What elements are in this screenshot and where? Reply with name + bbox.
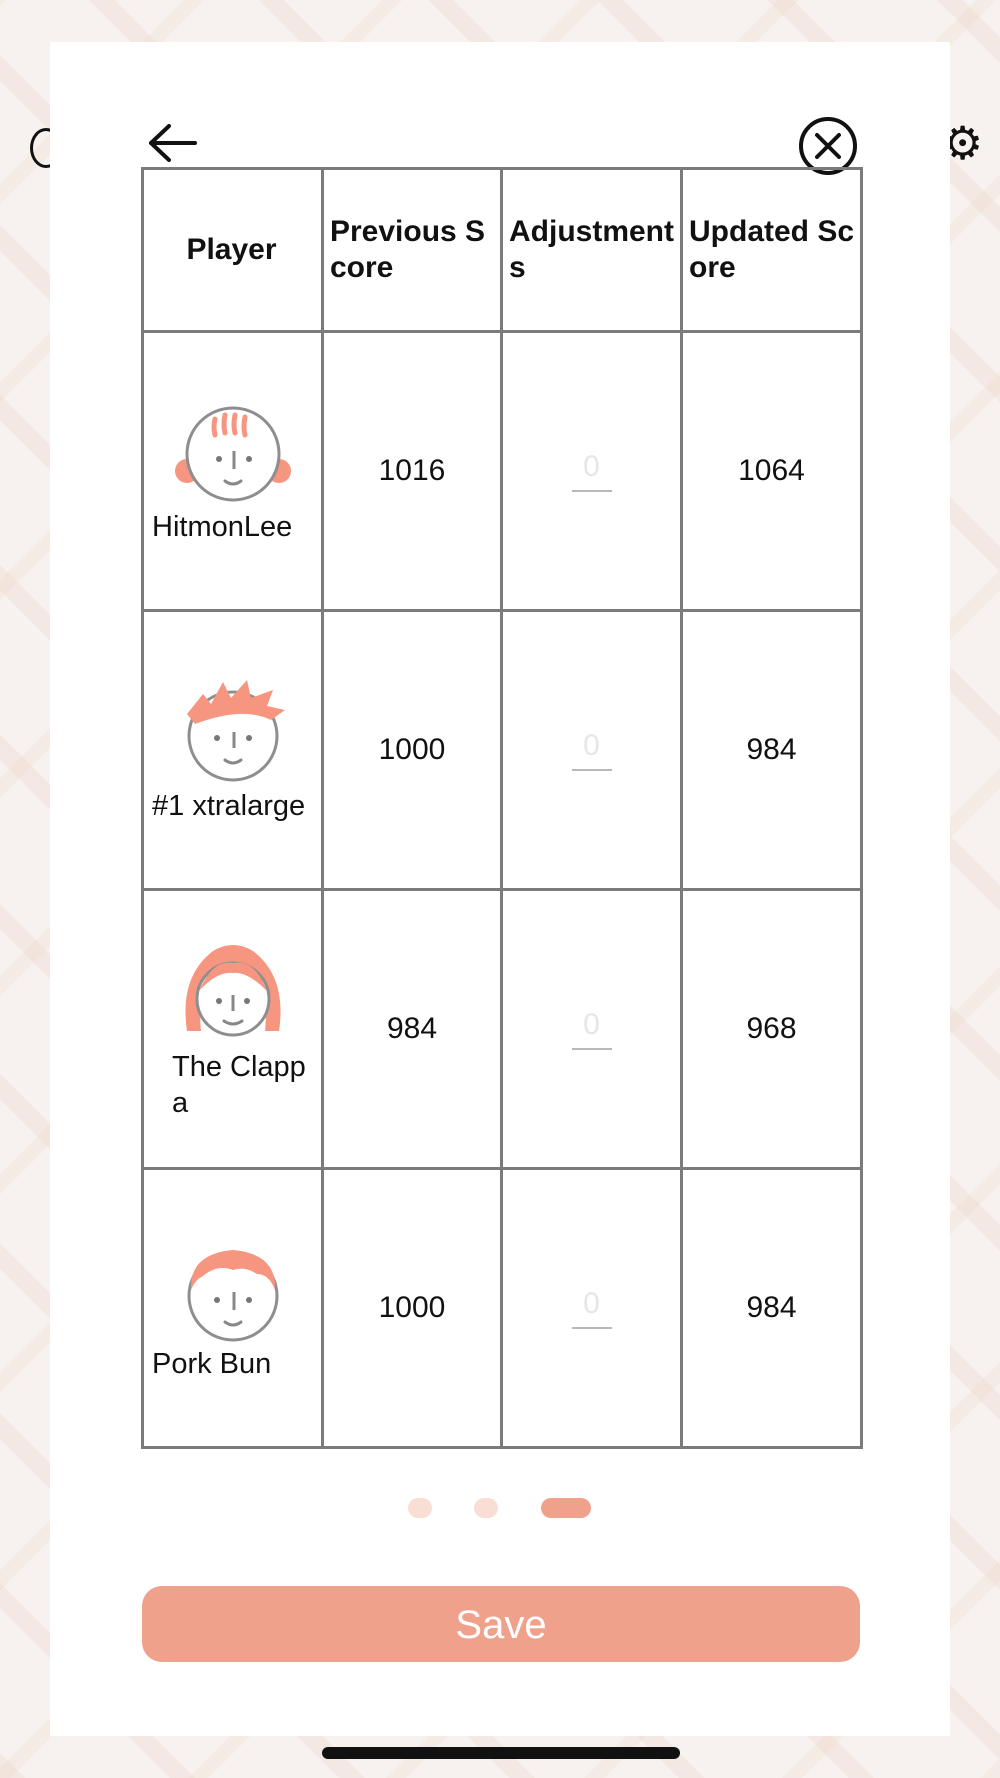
table-row: HitmonLee 1016 1064	[141, 330, 863, 612]
previous-score: 1016	[321, 330, 503, 612]
score-adjust-modal: Player Previous Score Adjustments Update…	[50, 42, 950, 1736]
player-name: Pork Bun	[152, 1348, 272, 1380]
header-updated-score: Updated Score	[680, 167, 863, 333]
header-previous-score: Previous Score	[321, 167, 503, 333]
updated-score: 984	[680, 1167, 863, 1449]
adjustment-cell	[500, 609, 683, 891]
table-header-row: Player Previous Score Adjustments Update…	[141, 167, 863, 333]
player-name: HitmonLee	[152, 511, 293, 543]
header-player: Player	[141, 167, 324, 333]
adjustment-cell	[500, 330, 683, 612]
adjustment-cell	[500, 888, 683, 1170]
page-dot[interactable]	[408, 1498, 432, 1518]
arrow-left-icon	[149, 124, 197, 162]
table-row: The Clappa 984 968	[141, 888, 863, 1170]
avatar-bowl-cut-icon	[187, 1250, 278, 1342]
player-cell: The Clappa	[141, 888, 324, 1170]
previous-score: 984	[321, 888, 503, 1170]
adjustment-cell	[500, 1167, 683, 1449]
score-table: Player Previous Score Adjustments Update…	[141, 167, 863, 1449]
page-dot[interactable]	[474, 1498, 498, 1518]
avatar-long-hair-icon	[184, 945, 281, 1037]
header-adjustments: Adjustments	[500, 167, 683, 333]
player-cell: HitmonLee	[141, 330, 324, 612]
save-button[interactable]: Save	[142, 1586, 860, 1662]
adjustment-input[interactable]	[571, 450, 612, 492]
avatar-hair-lines-icon	[174, 406, 291, 502]
updated-score: 968	[680, 888, 863, 1170]
adjustment-input[interactable]	[571, 1008, 612, 1050]
player-cell: #1 xtralarge	[141, 609, 324, 891]
player-cell: Pork Bun	[141, 1167, 324, 1449]
page-dot-active[interactable]	[541, 1498, 591, 1518]
updated-score: 1064	[680, 330, 863, 612]
table-row: Pork Bun 1000 984	[141, 1167, 863, 1449]
adjustment-input[interactable]	[571, 729, 612, 771]
updated-score: 984	[680, 609, 863, 891]
adjustment-input[interactable]	[571, 1287, 612, 1329]
home-indicator	[322, 1747, 680, 1759]
table-row: #1 xtralarge 1000 984	[141, 609, 863, 891]
back-button[interactable]	[143, 120, 203, 170]
previous-score: 1000	[321, 609, 503, 891]
player-name: The Clappa	[172, 1051, 306, 1119]
previous-score: 1000	[321, 1167, 503, 1449]
avatar-spiky-hair-icon	[186, 680, 285, 782]
player-name: #1 xtralarge	[152, 790, 306, 822]
